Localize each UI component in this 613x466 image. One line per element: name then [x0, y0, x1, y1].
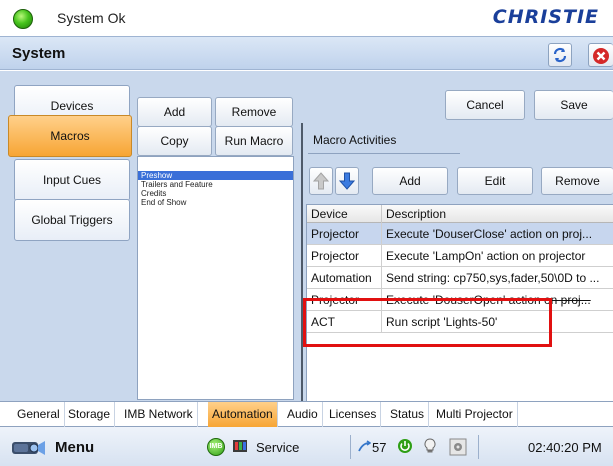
tab-storage[interactable]: Storage [64, 402, 116, 427]
tab-imb-network[interactable]: IMB Network [120, 402, 198, 427]
cell-description: Execute 'DouserClose' action on proj... [382, 223, 613, 245]
settings-gear-icon[interactable] [449, 438, 467, 456]
cell-description: Send string: cp750,sys,fader,50\0D to ..… [382, 267, 613, 289]
close-button[interactable] [588, 43, 613, 67]
arrow-up-icon [312, 172, 330, 190]
macro-list[interactable]: Preshow Trailers and Feature Credits End… [137, 156, 294, 400]
status-ok-icon [13, 9, 33, 29]
top-status-bar: System Ok CHRISTIE [0, 0, 613, 36]
run-macro-button[interactable]: Run Macro [215, 126, 293, 156]
tab-label: Global Triggers [31, 213, 113, 227]
tab-label: Devices [50, 99, 94, 113]
tab-status[interactable]: Status [386, 402, 430, 427]
imb-status-icon[interactable]: IMB [207, 438, 225, 456]
refresh-button[interactable] [548, 43, 572, 67]
page-title: System [12, 45, 66, 62]
table-header: Device Description [307, 205, 613, 223]
tab-label: Input Cues [42, 173, 102, 187]
status-separator [350, 435, 351, 459]
copy-macro-button[interactable]: Copy [137, 126, 212, 156]
cell-description: Execute 'LampOn' action on projector [382, 245, 613, 267]
tab-macros[interactable]: Macros [8, 115, 132, 157]
remove-activity-button[interactable]: Remove [541, 167, 613, 195]
menu-button[interactable] [10, 436, 46, 461]
status-separator [478, 435, 479, 459]
menu-label[interactable]: Menu [55, 439, 94, 456]
power-icon[interactable] [397, 438, 413, 454]
tab-general[interactable]: General [13, 402, 65, 427]
lamp-bulb-icon[interactable] [423, 438, 437, 454]
bottom-status-bar: Menu IMB Service 57 02:40:20 PM [0, 427, 613, 466]
move-down-button[interactable] [335, 167, 359, 195]
move-up-button[interactable] [309, 167, 333, 195]
tab-global-triggers[interactable]: Global Triggers [14, 199, 130, 241]
add-macro-button[interactable]: Add [137, 97, 212, 127]
macro-list-item[interactable]: Credits [138, 189, 293, 198]
cell-device: Projector [307, 223, 382, 245]
service-label[interactable]: Service [256, 440, 299, 455]
macro-list-item[interactable]: Trailers and Feature [138, 180, 293, 189]
edit-activity-button[interactable]: Edit [457, 167, 533, 195]
bottom-tab-strip: General Storage IMB Network Automation A… [0, 401, 613, 427]
system-status-text: System Ok [57, 10, 126, 26]
media-icon[interactable] [232, 438, 248, 454]
projector-icon [12, 441, 45, 455]
macro-list-item[interactable]: Preshow [138, 171, 293, 180]
column-header-device[interactable]: Device [307, 205, 382, 223]
add-activity-button[interactable]: Add [372, 167, 448, 195]
main-content: Devices Macros Input Cues Global Trigger… [0, 71, 613, 401]
cell-device: Automation [307, 267, 382, 289]
highlight-annotation-box [303, 298, 552, 347]
clock-time: 02:40:20 PM [528, 440, 602, 455]
arrow-down-icon [338, 172, 356, 190]
remove-macro-button[interactable]: Remove [215, 97, 293, 127]
close-icon [593, 48, 609, 64]
column-header-description[interactable]: Description [382, 205, 613, 223]
cancel-button[interactable]: Cancel [445, 90, 525, 120]
christie-logo: CHRISTIE [492, 6, 599, 28]
title-bar: System [0, 36, 613, 70]
tab-label: Macros [50, 129, 90, 143]
tab-audio[interactable]: Audio [283, 402, 323, 427]
section-divider [308, 153, 460, 154]
macro-list-item[interactable]: End of Show [138, 198, 293, 207]
network-arrow-icon [358, 440, 371, 452]
save-button[interactable]: Save [534, 90, 613, 120]
tab-automation[interactable]: Automation [208, 402, 278, 427]
refresh-icon [553, 47, 567, 63]
macro-activities-title: Macro Activities [313, 133, 397, 147]
panel-divider [301, 123, 303, 401]
tab-multi-projector[interactable]: Multi Projector [432, 402, 518, 427]
count-value: 57 [372, 440, 387, 455]
cell-device: Projector [307, 245, 382, 267]
tab-licenses[interactable]: Licenses [325, 402, 382, 427]
tab-input-cues[interactable]: Input Cues [14, 159, 130, 201]
